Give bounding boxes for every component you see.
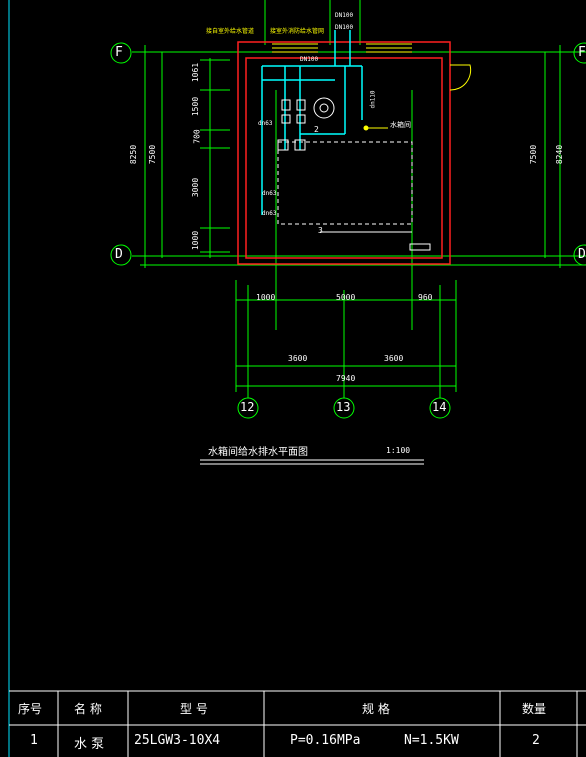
grid-label-f-left: F xyxy=(115,45,123,60)
annot-pipe-mid: DN100 xyxy=(300,56,319,63)
annot-pipe-top-1: DN100 xyxy=(335,12,354,19)
annot-dn-left: dn63 xyxy=(258,120,273,127)
table-header-qty: 数量 xyxy=(522,702,547,716)
door-swing xyxy=(449,64,472,91)
dim-right-a: 7500 xyxy=(529,144,539,165)
windows xyxy=(272,43,412,53)
annot-dn-left2: dn63 xyxy=(262,190,277,197)
dim-bottom-total: 7940 xyxy=(336,374,356,383)
grid-lines xyxy=(132,0,586,398)
dim-left-1: 1061 xyxy=(191,62,201,83)
dim-bottom-4: 3600 xyxy=(288,354,308,363)
grid-label-12: 12 xyxy=(240,400,255,414)
table-cell-model: 25LGW3-10X4 xyxy=(134,733,221,748)
table-header-seq: 序号 xyxy=(18,702,43,716)
grid-label-14: 14 xyxy=(432,400,447,414)
table-header-model: 型 号 xyxy=(180,702,208,716)
annot-mark-2: 2 xyxy=(314,125,319,134)
grid-label-13: 13 xyxy=(336,400,351,414)
drawing-scale: 1:100 xyxy=(386,446,411,455)
dim-left-4: 3000 xyxy=(191,177,201,198)
dim-left-3: 700 xyxy=(192,129,202,144)
grid-label-d-right: D xyxy=(578,247,586,262)
annot-dn-right: dn110 xyxy=(369,90,377,109)
grid-label-f-right: F xyxy=(578,45,586,60)
table-cell-qty: 2 xyxy=(532,733,540,748)
grid-label-d-left: D xyxy=(115,247,123,262)
annot-label-tl-1: 接自室外给水管道 xyxy=(206,28,255,35)
dim-left-5: 1000 xyxy=(191,230,201,251)
dim-left-2: 1500 xyxy=(191,96,201,117)
annot-pipe-top-2: DN100 xyxy=(335,24,354,31)
drawing-canvas xyxy=(8,0,586,757)
dim-bottom-3: 960 xyxy=(418,293,433,302)
table-header-name: 名 称 xyxy=(74,702,102,716)
annot-mark-3: 3 xyxy=(318,226,323,235)
dim-left-total-b: 8250 xyxy=(129,144,139,165)
dim-left-total-a: 7500 xyxy=(148,144,158,165)
dim-bottom-1: 1000 xyxy=(256,293,276,302)
dim-right-b: 8240 xyxy=(555,144,565,165)
table-cell-spec-p: P=0.16MPa xyxy=(290,733,361,748)
annot-dn-left3: dn63 xyxy=(262,210,277,217)
grid-circles xyxy=(110,42,586,419)
room-walls xyxy=(237,41,451,265)
table-cell-seq: 1 xyxy=(30,733,38,748)
table-cell-spec-n: N=1.5KW xyxy=(404,733,459,748)
water-tank-outline xyxy=(277,141,413,225)
drawing-title: 水箱间给水排水平面图 xyxy=(208,447,308,458)
table-cell-name: 水 泵 xyxy=(74,737,105,752)
annot-tank-label: 水箱间 xyxy=(390,121,411,129)
dim-bottom-5: 3600 xyxy=(384,354,404,363)
table-header-spec: 规 格 xyxy=(362,702,390,716)
annot-label-tl-2: 接室外消防给水管网 xyxy=(270,28,325,35)
dim-bottom-2: 5000 xyxy=(336,293,356,302)
